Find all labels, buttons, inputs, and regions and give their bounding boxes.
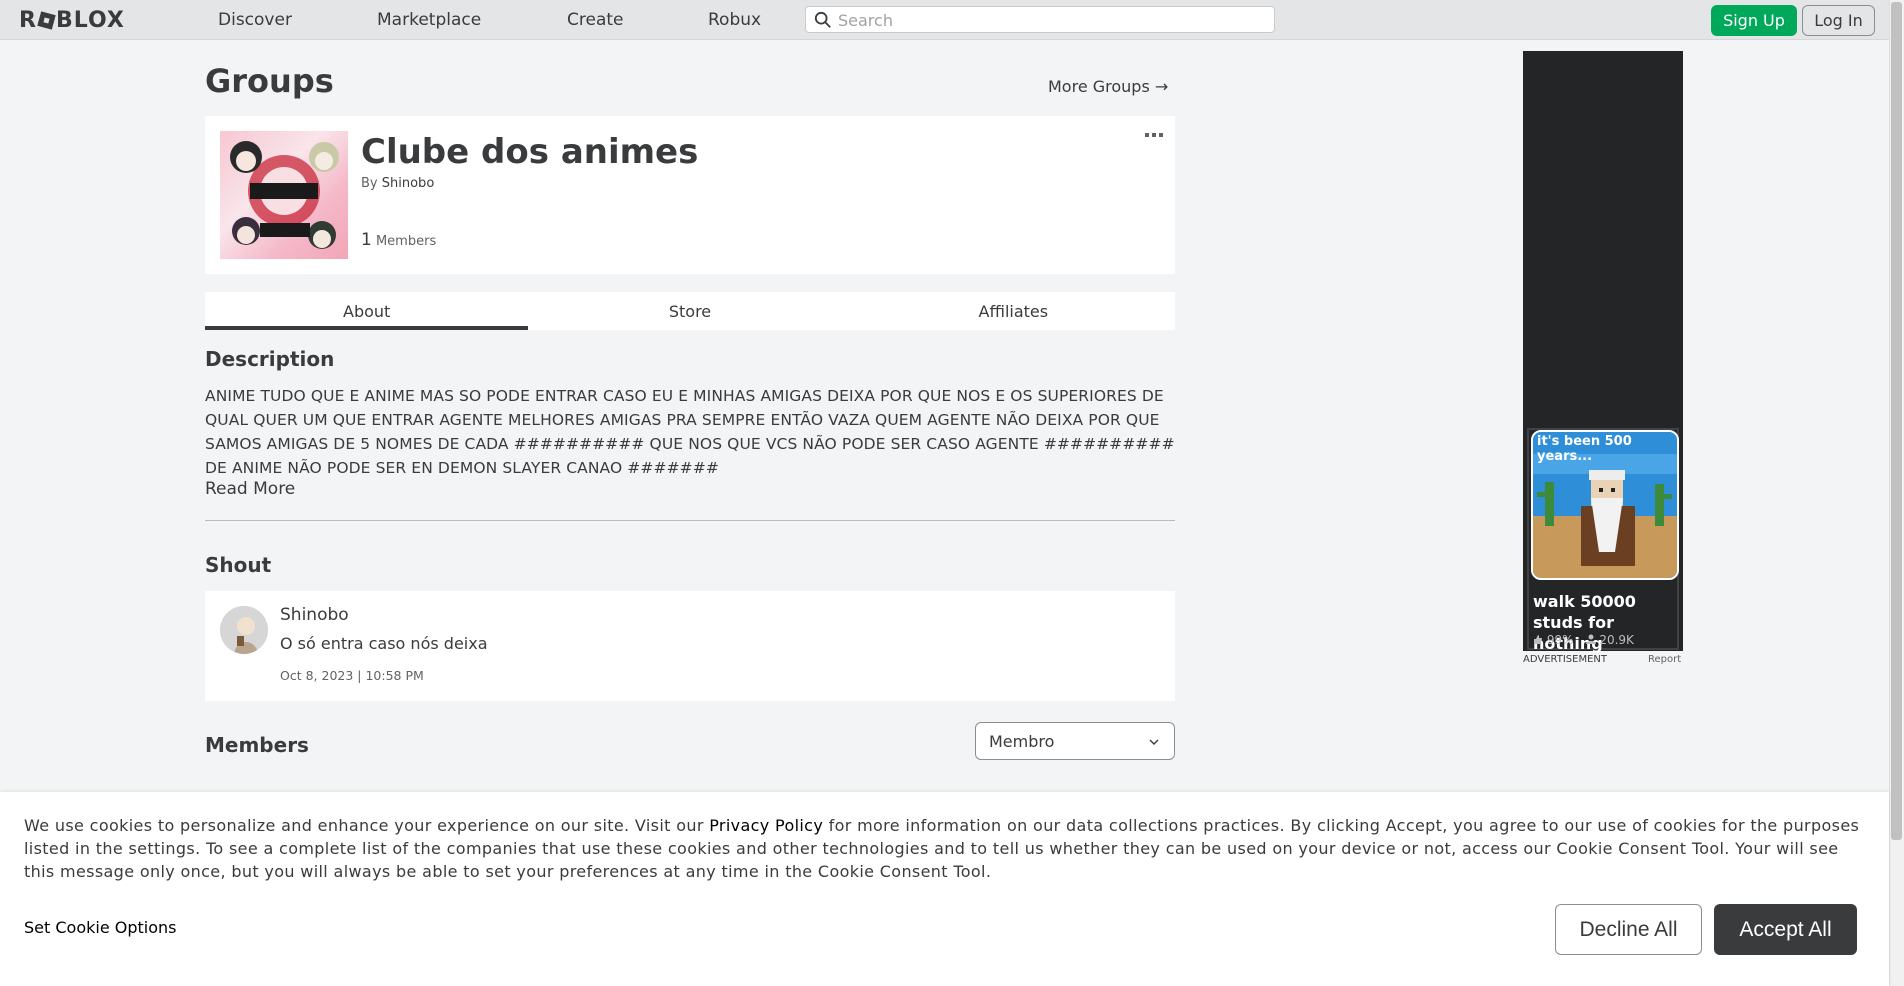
shout-username[interactable]: Shinobo [280, 605, 349, 625]
thumbs-up-icon [1534, 635, 1542, 644]
more-dots-icon [1145, 133, 1163, 137]
role-dropdown[interactable]: Membro [975, 722, 1175, 760]
top-navigation-bar: R BLOX Discover Marketplace Create Robux … [0, 0, 1904, 40]
chevron-down-icon [1149, 739, 1159, 745]
group-emblem-image [220, 131, 348, 259]
members-label: Members [375, 234, 437, 249]
group-header-card: Clube dos animes By Shinobo 1 Members [205, 116, 1175, 274]
group-tabs: About Store Affiliates [205, 292, 1175, 330]
shout-card: Shinobo O só entra caso nós deixa Oct 8,… [205, 591, 1175, 701]
ad-rating: 99% [1533, 633, 1574, 647]
sign-up-button[interactable]: Sign Up [1711, 5, 1797, 36]
set-cookie-options-link[interactable]: Set Cookie Options [24, 918, 176, 937]
tab-store[interactable]: Store [528, 292, 851, 330]
player-icon [1585, 634, 1596, 644]
roblox-logo[interactable]: R BLOX [19, 6, 125, 34]
decline-all-button[interactable]: Decline All [1555, 904, 1702, 955]
owner-link[interactable]: Shinobo [382, 176, 435, 191]
search-bar [805, 6, 1275, 33]
avatar-icon [220, 606, 268, 654]
members-heading: Members [205, 733, 309, 757]
description-text: ANIME TUDO QUE E ANIME MAS SO PODE ENTRA… [205, 387, 1175, 477]
avatar[interactable] [220, 606, 268, 654]
report-ad-link[interactable]: Report [1648, 654, 1681, 665]
logo-letters-blox: BLOX [55, 7, 125, 33]
shout-heading: Shout [205, 553, 272, 577]
tab-about[interactable]: About [205, 292, 529, 330]
group-member-count: 1 Members [361, 230, 436, 250]
ad-image: it's been 500 years... [1531, 430, 1679, 580]
shout-timestamp: Oct 8, 2023 | 10:58 PM [280, 668, 424, 683]
tab-affiliates[interactable]: Affiliates [852, 292, 1175, 330]
log-in-button[interactable]: Log In [1802, 5, 1875, 36]
cookie-text-start: We use cookies to personalize and enhanc… [24, 816, 710, 835]
page-title: Groups [205, 62, 334, 100]
read-more-link[interactable]: Read More [205, 479, 295, 499]
group-emblem-art [230, 141, 339, 249]
nav-discover[interactable]: Discover [218, 10, 292, 30]
nav-robux[interactable]: Robux [708, 10, 761, 30]
advertisement-label: ADVERTISEMENT [1523, 654, 1608, 665]
logo-letter-r: R [19, 7, 37, 33]
group-owner: By Shinobo [361, 176, 434, 191]
more-options-icon[interactable] [1145, 128, 1163, 143]
privacy-policy-link[interactable]: Privacy Policy [709, 816, 823, 835]
nav-create[interactable]: Create [567, 10, 624, 30]
more-groups-link[interactable]: More Groups → [1048, 77, 1168, 96]
accept-all-button[interactable]: Accept All [1714, 904, 1857, 955]
description-heading: Description [205, 347, 335, 371]
ad-stats: 99% 20.9K [1533, 633, 1634, 647]
ad-players: 20.9K [1585, 633, 1634, 647]
group-name: Clube dos animes [361, 132, 699, 172]
by-label: By [361, 176, 378, 191]
member-count-value: 1 [361, 230, 372, 250]
shout-message: O só entra caso nós deixa [280, 634, 488, 653]
advertisement-banner[interactable]: it's been 500 years... walk 50000 studs … [1523, 51, 1683, 653]
search-input[interactable] [838, 9, 1268, 31]
search-icon[interactable] [814, 11, 832, 29]
ad-headline: it's been 500 years... [1537, 434, 1632, 464]
cookie-message: We use cookies to personalize and enhanc… [24, 814, 1869, 883]
role-selected-value: Membro [989, 731, 1055, 751]
cookie-consent-banner: We use cookies to personalize and enhanc… [0, 792, 1889, 986]
section-divider [205, 520, 1175, 521]
scrollbar-thumb[interactable] [1891, 2, 1902, 840]
logo-o-icon [37, 10, 56, 30]
ad-creative[interactable]: it's been 500 years... walk 50000 studs … [1527, 428, 1679, 653]
nav-marketplace[interactable]: Marketplace [377, 10, 481, 30]
